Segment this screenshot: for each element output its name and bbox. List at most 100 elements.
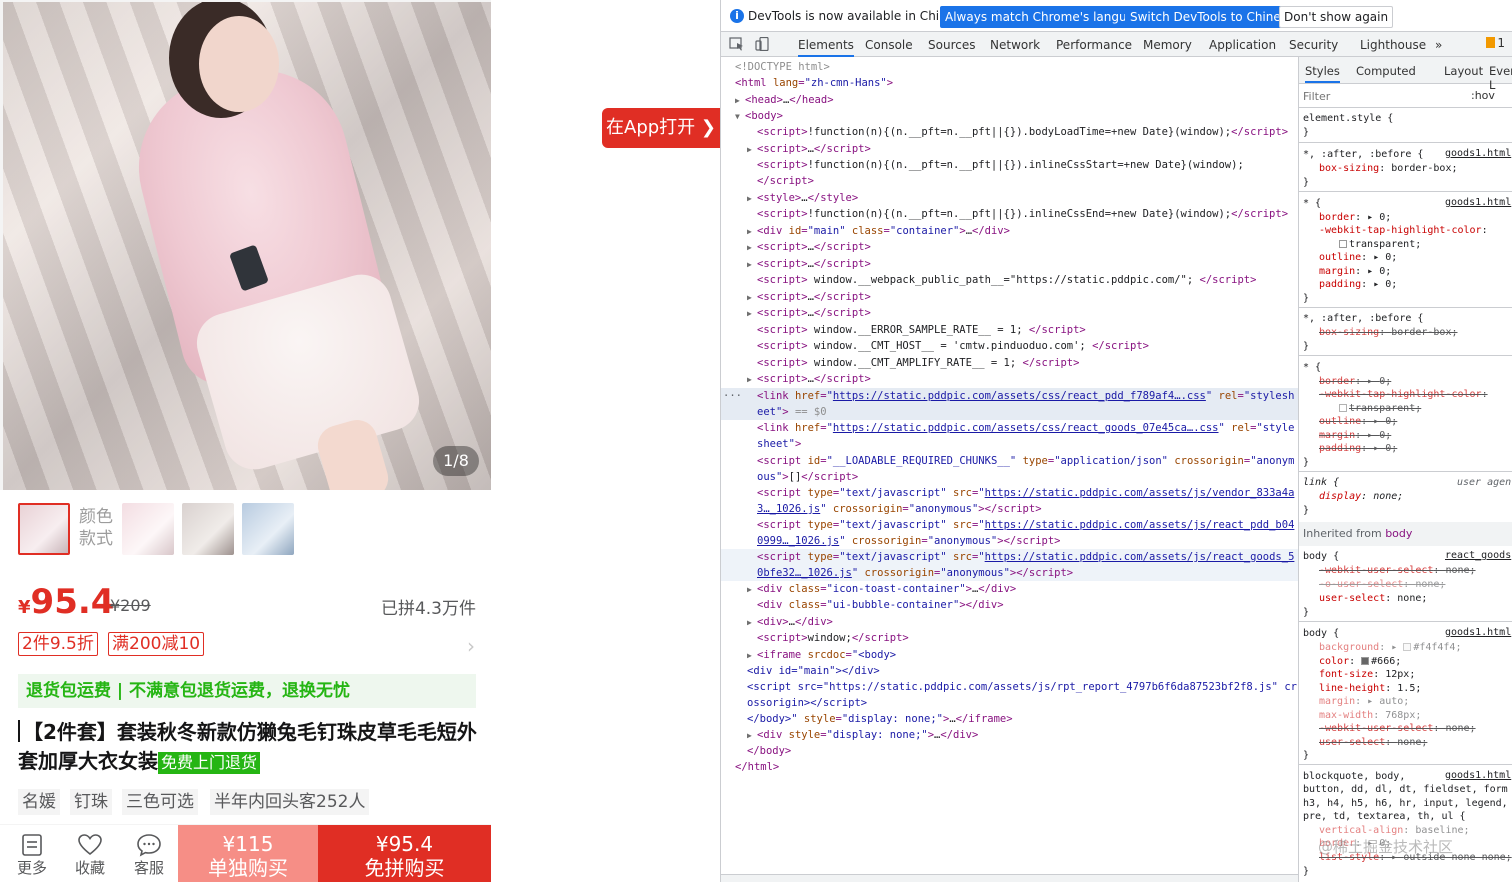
rule-selector[interactable]: * { (1303, 361, 1321, 375)
tree-line[interactable]: ▶ <div style="display: none;">…</div> (747, 727, 978, 744)
hover-state-toggle[interactable]: :hov (1471, 89, 1495, 102)
buy-alone-button[interactable]: ¥115 单独购买 (178, 825, 318, 882)
coupon-discount[interactable]: 2件9.5折 (18, 632, 98, 656)
favorite-button[interactable]: 收藏 (68, 833, 112, 878)
color-swatch[interactable] (1339, 240, 1347, 248)
rule-selector[interactable]: h3, h4, h5, h6, hr, input, legend, (1303, 797, 1508, 811)
tree-line[interactable]: ▶ <iframe srcdoc="<body> (747, 647, 896, 664)
tab-computed[interactable]: Computed (1356, 64, 1416, 78)
inspect-element-icon[interactable] (729, 37, 745, 51)
tab-security[interactable]: Security (1289, 38, 1338, 52)
css-declaration-overridden[interactable]: -webkit-tap-highlight-color: (1319, 388, 1488, 402)
css-declaration[interactable]: margin: ▸ auto; (1319, 695, 1409, 709)
css-declaration-overridden[interactable]: box-sizing: border-box; (1319, 326, 1458, 340)
tree-line[interactable]: ▶ <script>…</script> (747, 256, 871, 273)
tree-line[interactable]: ▶ <script>…</script> (747, 141, 871, 158)
switch-to-chinese-button[interactable]: Switch DevTools to Chinese (1125, 6, 1300, 28)
tree-line[interactable]: <script type="text/javascript" src="http… (721, 549, 1298, 565)
sku-thumb[interactable] (242, 503, 294, 555)
tree-line[interactable]: ▶ <script>…</script> (747, 371, 871, 388)
css-declaration[interactable]: box-sizing: border-box; (1319, 162, 1458, 176)
css-declaration[interactable]: display: none; (1319, 490, 1403, 504)
tree-line[interactable]: <script type="text/javascript" src="http… (757, 485, 1294, 501)
tree-line[interactable]: <div id="main"></div> (747, 663, 880, 679)
tree-line[interactable]: <script> window.__webpack_public_path__=… (757, 272, 1256, 288)
tree-line[interactable]: <!DOCTYPE html> (735, 59, 830, 75)
tree-line[interactable]: ossorigin></script> (747, 695, 867, 711)
tree-line[interactable]: ▼ <body> (735, 108, 783, 125)
css-declaration[interactable]: max-width: 768px; (1319, 709, 1421, 723)
tree-line[interactable]: 0999…_1026.js" crossorigin="anonymous"><… (757, 533, 1060, 549)
rule-selector[interactable]: *, :after, :before { (1303, 148, 1423, 162)
tree-line[interactable]: 3…_1026.js" crossorigin="anonymous"></sc… (757, 501, 1042, 517)
tree-line[interactable]: ▶ <script>…</script> (747, 239, 871, 256)
more-options-icon[interactable]: ··· (723, 388, 742, 404)
coupon-threshold[interactable]: 满200减10 (108, 632, 205, 656)
tree-line[interactable]: ▶ <head>…</head> (735, 92, 834, 109)
tree-line[interactable]: ▶ <style>…</style> (747, 190, 858, 207)
css-declaration-overridden[interactable]: -webkit-user-select: none; (1319, 564, 1476, 578)
css-declaration[interactable]: transparent; (1339, 238, 1421, 252)
rule-selector[interactable]: blockquote, body, (1303, 770, 1405, 784)
rule-selector[interactable]: button, dd, dl, dt, fieldset, form (1303, 783, 1508, 797)
tree-line[interactable]: ▶ <div id="main" class="container">…</div… (747, 223, 1010, 240)
issues-counter[interactable]: 1 (1486, 36, 1505, 50)
tree-line[interactable]: <script type="text/javascript" src="http… (757, 517, 1294, 533)
tree-line[interactable]: ▶ <div>…</div> (747, 614, 833, 631)
tree-line[interactable]: <script> window.__CMT_AMPLIFY_RATE__ = 1… (757, 355, 1079, 371)
rule-source-link[interactable]: react_goods (1445, 550, 1511, 561)
tree-line[interactable]: <link href="https://static.pddpic.com/as… (757, 420, 1294, 436)
css-declaration-overridden[interactable]: user-select: none; (1319, 736, 1427, 750)
elements-tree[interactable]: <!DOCTYPE html> <html lang="zh-cmn-Hans"… (721, 57, 1298, 882)
rule-selector[interactable]: link { (1303, 476, 1339, 490)
chevron-right-icon[interactable]: › (467, 634, 475, 658)
dont-show-again-button[interactable]: Don't show again (1279, 6, 1394, 28)
more-button[interactable]: 更多 (10, 833, 54, 878)
rule-selector[interactable]: body { (1303, 627, 1339, 641)
rule-source-link[interactable]: goods1.html (1445, 770, 1511, 781)
css-declaration-overridden[interactable]: -o-user-select: none; (1319, 578, 1445, 592)
tab-application[interactable]: Application (1209, 38, 1276, 52)
tree-line[interactable]: <script> window.__CMT_HOST__ = 'cmtw.pin… (757, 338, 1149, 354)
rule-element-style[interactable]: element.style { (1303, 112, 1393, 126)
css-declaration[interactable]: -webkit-tap-highlight-color: (1319, 224, 1488, 238)
tab-sources[interactable]: Sources (928, 38, 975, 52)
rule-source-link[interactable]: goods1.html (1445, 627, 1511, 638)
tab-styles[interactable]: Styles (1305, 64, 1340, 83)
css-declaration[interactable]: user-select: none; (1319, 592, 1427, 606)
tree-line[interactable]: <script>!function(n){(n.__pft=n.__pft||{… (757, 157, 1244, 173)
open-in-app-button[interactable]: 在App打开 ❯ (602, 108, 720, 148)
rule-selector[interactable]: pre, td, textarea, th, ul { (1303, 810, 1466, 824)
tree-line[interactable]: <div class="ui-bubble-container"></div> (757, 597, 1004, 613)
tree-line-selected[interactable]: <link href="https://static.pddpic.com/as… (721, 388, 1298, 404)
tree-line[interactable]: <script>!function(n){(n.__pft=n.__pft||{… (757, 206, 1288, 222)
css-declaration-overridden[interactable]: border: ▸ 0; (1319, 375, 1391, 389)
product-image-carousel[interactable]: 1/8 (3, 2, 491, 490)
customer-service-button[interactable]: 客服 (127, 833, 171, 878)
rule-selector[interactable]: *, :after, :before { (1303, 312, 1423, 326)
tree-line[interactable]: ▶ <div class="icon-toast-container">…</di… (747, 581, 1016, 598)
css-declaration-overridden[interactable]: transparent; (1339, 402, 1421, 416)
tab-network[interactable]: Network (990, 38, 1040, 52)
sku-thumb[interactable] (122, 503, 174, 555)
css-declaration[interactable]: font-size: 12px; (1319, 668, 1415, 682)
tab-layout[interactable]: Layout (1444, 64, 1483, 78)
tree-line[interactable]: </html> (735, 759, 779, 775)
tree-line[interactable]: sheet"> (757, 436, 801, 452)
return-guarantee-banner[interactable]: 退货包运费 | 不满意包退货运费，退换无忧 (18, 674, 476, 708)
css-declaration[interactable]: line-height: 1.5; (1319, 682, 1421, 696)
styles-filter-input[interactable] (1303, 87, 1461, 105)
css-declaration[interactable]: color: #666; (1319, 655, 1401, 669)
tree-line-selected[interactable]: eet"> == $0 (721, 404, 1298, 420)
always-match-language-button[interactable]: Always match Chrome's language (940, 6, 1154, 28)
tab-elements[interactable]: Elements (798, 38, 854, 57)
css-declaration[interactable]: margin: ▸ 0; (1319, 265, 1391, 279)
rule-selector[interactable]: * { (1303, 197, 1321, 211)
tab-console[interactable]: Console (865, 38, 913, 52)
tree-line[interactable]: ous">[]</script> (757, 469, 858, 485)
sku-thumb-selected[interactable] (18, 503, 70, 555)
css-declaration[interactable]: border: ▸ 0; (1319, 211, 1391, 225)
tab-memory[interactable]: Memory (1143, 38, 1192, 52)
buy-group-button[interactable]: ¥95.4 免拼购买 (318, 825, 491, 882)
tree-line[interactable]: </body>" style="display: none;">…</ifram… (747, 711, 1013, 727)
